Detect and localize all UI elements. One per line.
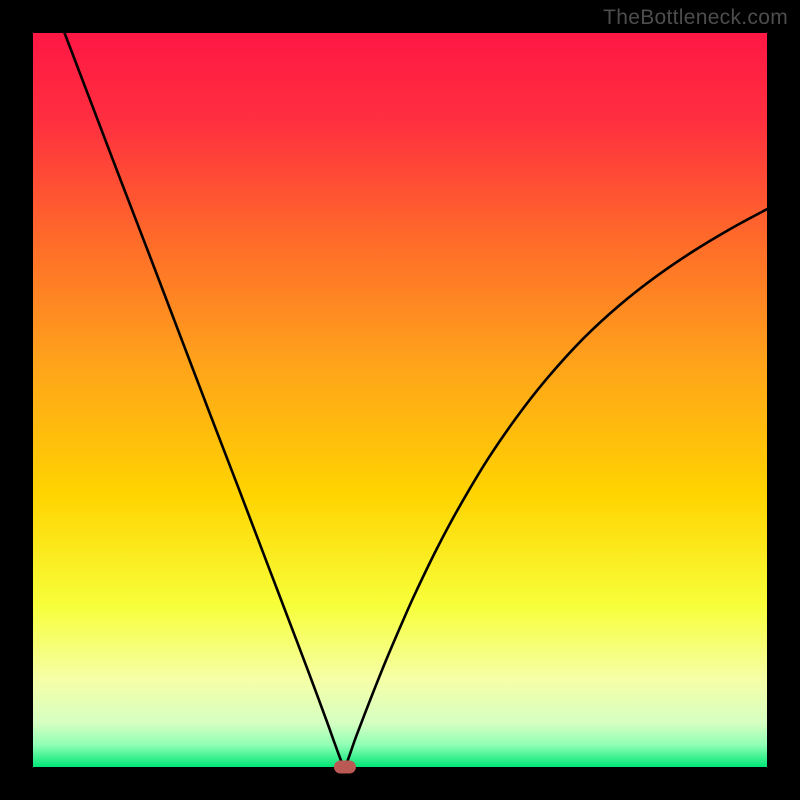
minimum-marker (334, 761, 356, 774)
watermark-label: TheBottleneck.com (603, 6, 788, 30)
chart-canvas (0, 0, 800, 800)
chart-frame: TheBottleneck.com (0, 0, 800, 800)
plot-area (33, 33, 767, 767)
